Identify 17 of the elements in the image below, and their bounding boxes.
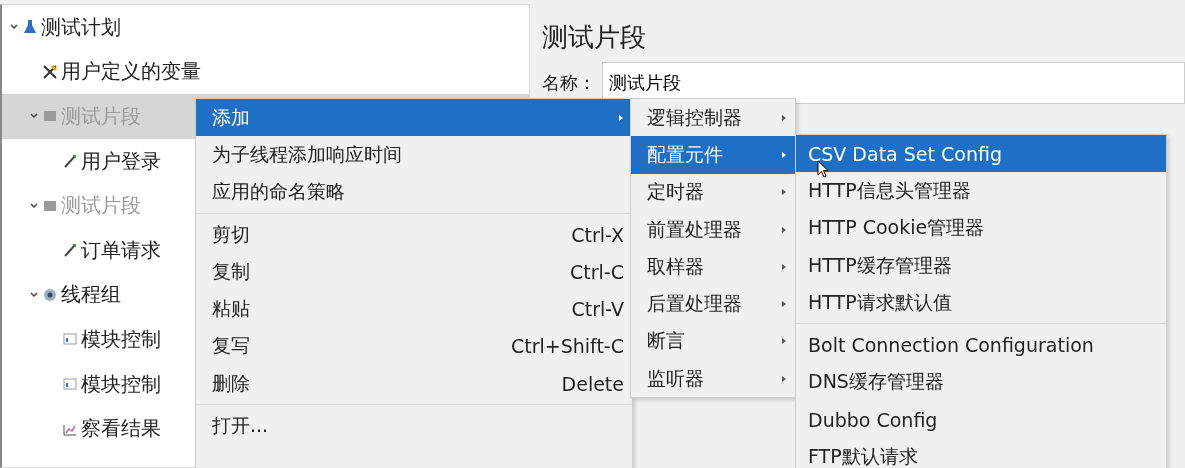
name-label: 名称： bbox=[542, 71, 596, 95]
tree-item-label: 用户登录 bbox=[81, 147, 161, 175]
tree-item-label: 察看结果 bbox=[81, 415, 161, 443]
shortcut-label: Ctrl-X bbox=[571, 223, 624, 246]
tree-item-label: 用户定义的变量 bbox=[61, 58, 201, 86]
shortcut-label: Ctrl-V bbox=[571, 298, 624, 321]
shortcut-label: Ctrl+Shift-C bbox=[510, 335, 624, 358]
tree-item-label: 测试片段 bbox=[61, 103, 141, 130]
tree-item-label: 订单请求 bbox=[81, 236, 161, 264]
tree-item-label: 测试计划 bbox=[41, 13, 121, 41]
shortcut-label: Ctrl-C bbox=[570, 260, 624, 283]
tree-item-label: 测试片段 bbox=[61, 192, 141, 220]
shortcut-label: Delete bbox=[561, 372, 624, 395]
tree-item-label: 模块控制 bbox=[81, 370, 161, 398]
tree-item-label: 模块控制 bbox=[81, 325, 161, 353]
panel-title: 测试片段 bbox=[542, 21, 647, 54]
tree-item-label: 线程组 bbox=[61, 281, 121, 309]
